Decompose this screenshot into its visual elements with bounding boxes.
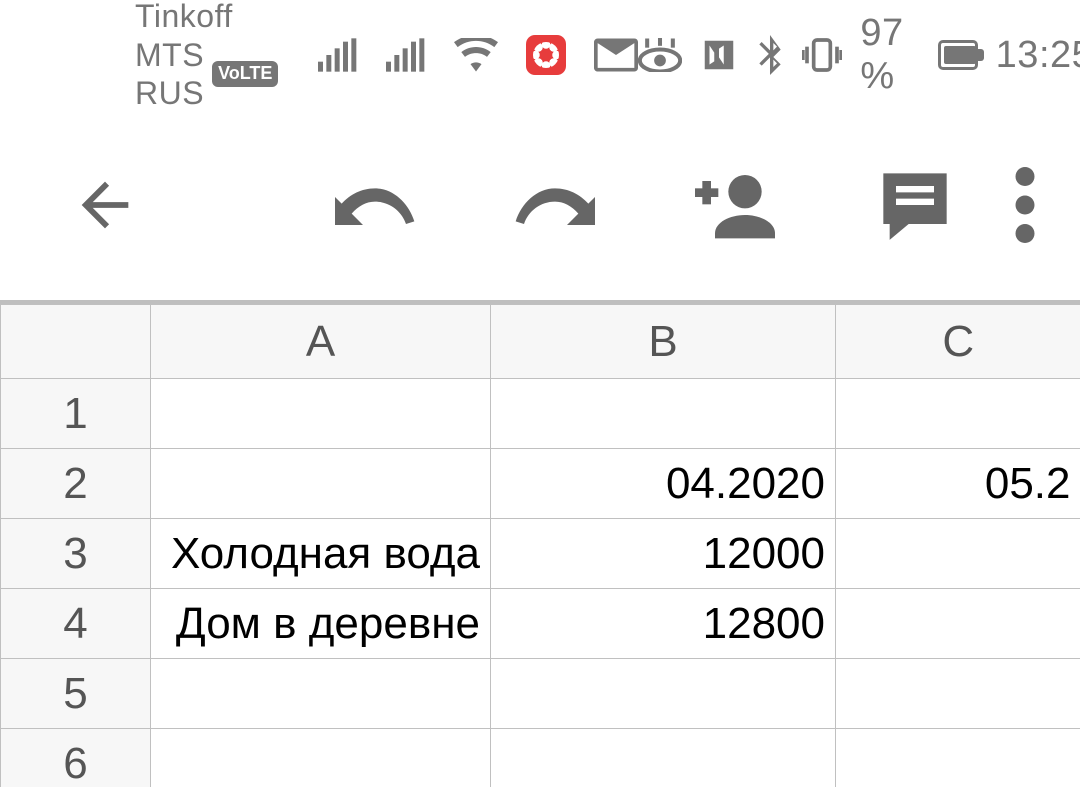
status-mid-icons — [318, 35, 638, 75]
cell-A4[interactable]: Дом в деревне — [151, 589, 491, 659]
back-button[interactable] — [50, 150, 160, 260]
cell-B4[interactable]: 12800 — [491, 589, 836, 659]
toolbar — [0, 110, 1080, 300]
cell-B5[interactable] — [491, 659, 836, 729]
spreadsheet[interactable]: A B C 1 2 04.2020 05.2 3 Холодная вода 1 — [0, 300, 1080, 787]
col-header-B[interactable]: B — [491, 305, 836, 379]
cell-B3[interactable]: 12000 — [491, 519, 836, 589]
vibrate-icon — [802, 35, 842, 75]
eye-comfort-icon — [638, 38, 682, 72]
status-right-icons: 97 % 13:25 — [638, 12, 1080, 98]
cell-A5[interactable] — [151, 659, 491, 729]
app-notification-icon — [526, 35, 566, 75]
nfc-icon — [700, 36, 738, 74]
battery-percent: 97 % — [860, 12, 920, 98]
row-header-6[interactable]: 6 — [1, 729, 151, 787]
cell-A6[interactable] — [151, 729, 491, 787]
row-header-5[interactable]: 5 — [1, 659, 151, 729]
cell-A3[interactable]: Холодная вода — [151, 519, 491, 589]
clock: 13:25 — [996, 34, 1080, 77]
col-header-C[interactable]: C — [836, 305, 1080, 379]
undo-button[interactable] — [320, 150, 430, 260]
cell-B2[interactable]: 04.2020 — [491, 449, 836, 519]
cell-C3[interactable] — [836, 519, 1080, 589]
volte-badge: VoLTE — [212, 61, 278, 87]
wifi-icon — [454, 38, 498, 72]
cell-B6[interactable] — [491, 729, 836, 787]
row-header-4[interactable]: 4 — [1, 589, 151, 659]
cell-A1[interactable] — [151, 379, 491, 449]
carrier-bottom: MTS RUS — [135, 36, 204, 113]
row-header-1[interactable]: 1 — [1, 379, 151, 449]
cell-C5[interactable] — [836, 659, 1080, 729]
more-button[interactable] — [970, 150, 1080, 260]
corner-cell[interactable] — [1, 305, 151, 379]
col-header-A[interactable]: A — [151, 305, 491, 379]
signal-1-icon — [318, 38, 358, 72]
cell-C2[interactable]: 05.2 — [836, 449, 1080, 519]
cell-B1[interactable] — [491, 379, 836, 449]
cell-C4[interactable] — [836, 589, 1080, 659]
cell-A2[interactable] — [151, 449, 491, 519]
row-header-3[interactable]: 3 — [1, 519, 151, 589]
row-header-2[interactable]: 2 — [1, 449, 151, 519]
comment-button[interactable] — [860, 150, 970, 260]
status-bar: Tinkoff MTS RUS VoLTE — [0, 0, 1080, 110]
signal-2-icon — [386, 38, 426, 72]
mail-icon — [594, 38, 638, 72]
carrier-top: Tinkoff — [135, 0, 278, 36]
carrier-block: Tinkoff MTS RUS VoLTE — [135, 0, 278, 113]
cell-C6[interactable] — [836, 729, 1080, 787]
share-user-button[interactable] — [680, 150, 790, 260]
bluetooth-icon — [756, 35, 784, 75]
redo-button[interactable] — [500, 150, 610, 260]
cell-C1[interactable] — [836, 379, 1080, 449]
battery-icon — [938, 40, 978, 70]
